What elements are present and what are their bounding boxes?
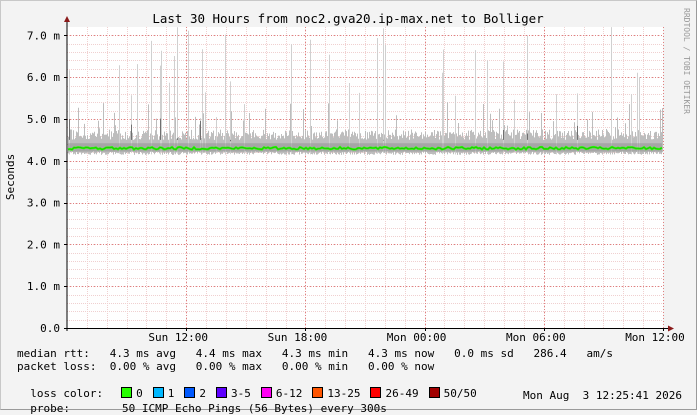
y-axis-arrow [64, 16, 70, 22]
x-tick-label: Mon 06:00 [506, 331, 566, 344]
rrdtool-watermark: RRDTOOL / TOBI OETIKER [682, 8, 691, 114]
y-tick-label: 4.0 m [27, 155, 60, 168]
probe-text: 50 ICMP Echo Pings (56 Bytes) every 300s [122, 402, 387, 415]
y-tick-label: 2.0 m [27, 238, 60, 251]
y-tick-label: 6.0 m [27, 71, 60, 84]
probe-line: probe: 50 ICMP Echo Pings (56 Bytes) ever… [17, 389, 682, 415]
y-ticks: 0.0 1.0 m 2.0 m 3.0 m 4.0 m 5.0 m 6.0 m 7.0 m [27, 29, 67, 335]
x-tick-label: Sun 12:00 [148, 331, 208, 344]
y-tick-label: 5.0 m [27, 113, 60, 126]
y-tick-label: 7.0 m [27, 29, 60, 42]
y-tick-label: 3.0 m [27, 197, 60, 210]
x-tick-label: Mon 00:00 [387, 331, 447, 344]
x-ticks: Sun 12:00 Sun 18:00 Mon 00:00 Mon 06:00 Mon … [148, 328, 685, 344]
x-tick-label: Mon 12:00 [625, 331, 685, 344]
y-tick-label: 0.0 [40, 322, 60, 335]
median-rtt-line: median rtt: 4.3 ms avg 4.4 ms max 4.3 ms… [17, 347, 614, 360]
x-tick-label: Sun 18:00 [268, 331, 328, 344]
probe-label: probe: [30, 402, 70, 415]
loss-color-line: loss color: 0 1 2 3-5 6-12 13-25 26-49 50/50 [17, 374, 487, 400]
chart-title: Last 30 Hours from noc2.gva20.ip-max.net… [152, 11, 544, 26]
y-tick-label: 1.0 m [27, 280, 60, 293]
packet-loss-line: packet loss: 0.00 % avg 0.00 % max 0.00 … [17, 360, 435, 373]
y-axis-label: Seconds [4, 154, 17, 200]
timestamp: Mon Aug 3 12:25:41 2026 [523, 389, 682, 402]
